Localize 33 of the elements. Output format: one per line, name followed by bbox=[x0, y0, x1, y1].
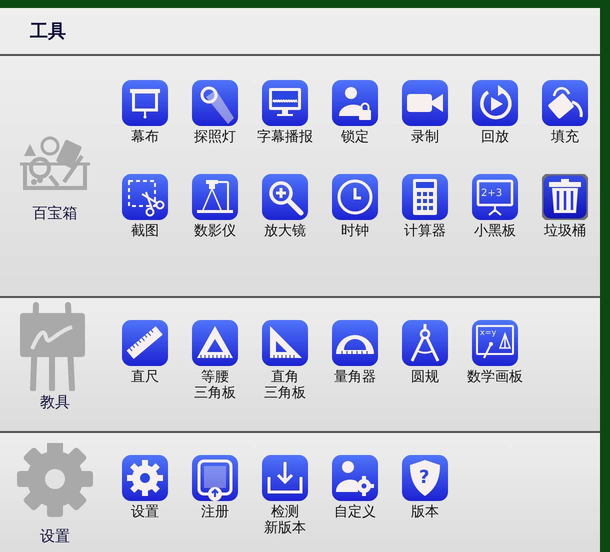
category-label: 百宝箱 bbox=[32, 203, 78, 224]
tool-button[interactable]: 放大镜 bbox=[250, 174, 320, 255]
tool-button[interactable]: 检测 新版本 bbox=[250, 455, 320, 536]
tool-button[interactable]: 录制 bbox=[390, 80, 460, 161]
blackboard-icon: 2+3 bbox=[472, 174, 518, 220]
category-label: 教具 bbox=[40, 392, 70, 413]
tool-button[interactable]: 字幕播报 bbox=[250, 80, 320, 161]
math-board-icon: x=y bbox=[472, 320, 518, 366]
tool-button[interactable]: 2+3 小黑板 bbox=[460, 174, 530, 255]
tool-button[interactable]: 圆规 bbox=[390, 320, 460, 401]
tool-button[interactable]: 直尺 bbox=[110, 320, 180, 401]
shield-icon: ? bbox=[402, 455, 448, 501]
tool-button[interactable]: ? 版本 bbox=[390, 455, 460, 536]
tool-button[interactable]: 填充 bbox=[530, 80, 600, 161]
toolbox-drawing bbox=[20, 136, 90, 190]
tool-button[interactable]: 等腰 三角板 bbox=[180, 320, 250, 401]
tool-button[interactable]: 回放 bbox=[460, 80, 530, 161]
tool-button[interactable]: 截图 bbox=[110, 174, 180, 255]
tool-button[interactable]: 垃圾桶 bbox=[530, 174, 600, 255]
tool-button[interactable]: 锁定 bbox=[320, 80, 390, 161]
tool-button[interactable]: 幕布 bbox=[110, 80, 180, 161]
tool-button[interactable]: 注册 bbox=[180, 455, 250, 536]
tool-button[interactable]: 数影仪 bbox=[180, 174, 250, 255]
tool-button[interactable]: 直角 三角板 bbox=[250, 320, 320, 401]
tool-button[interactable]: 探照灯 bbox=[180, 80, 250, 161]
panel-title: 工具 bbox=[30, 20, 66, 44]
tool-button[interactable]: 量角器 bbox=[320, 320, 390, 401]
tool-button[interactable]: 时钟 bbox=[320, 174, 390, 255]
tool-button[interactable]: 计算器 bbox=[390, 174, 460, 255]
tool-button[interactable]: x=y 数学画板 bbox=[460, 320, 530, 401]
category-label: 设置 bbox=[40, 526, 70, 547]
tool-button[interactable]: 自定义 bbox=[320, 455, 390, 536]
tool-button[interactable]: 设置 bbox=[110, 455, 180, 536]
